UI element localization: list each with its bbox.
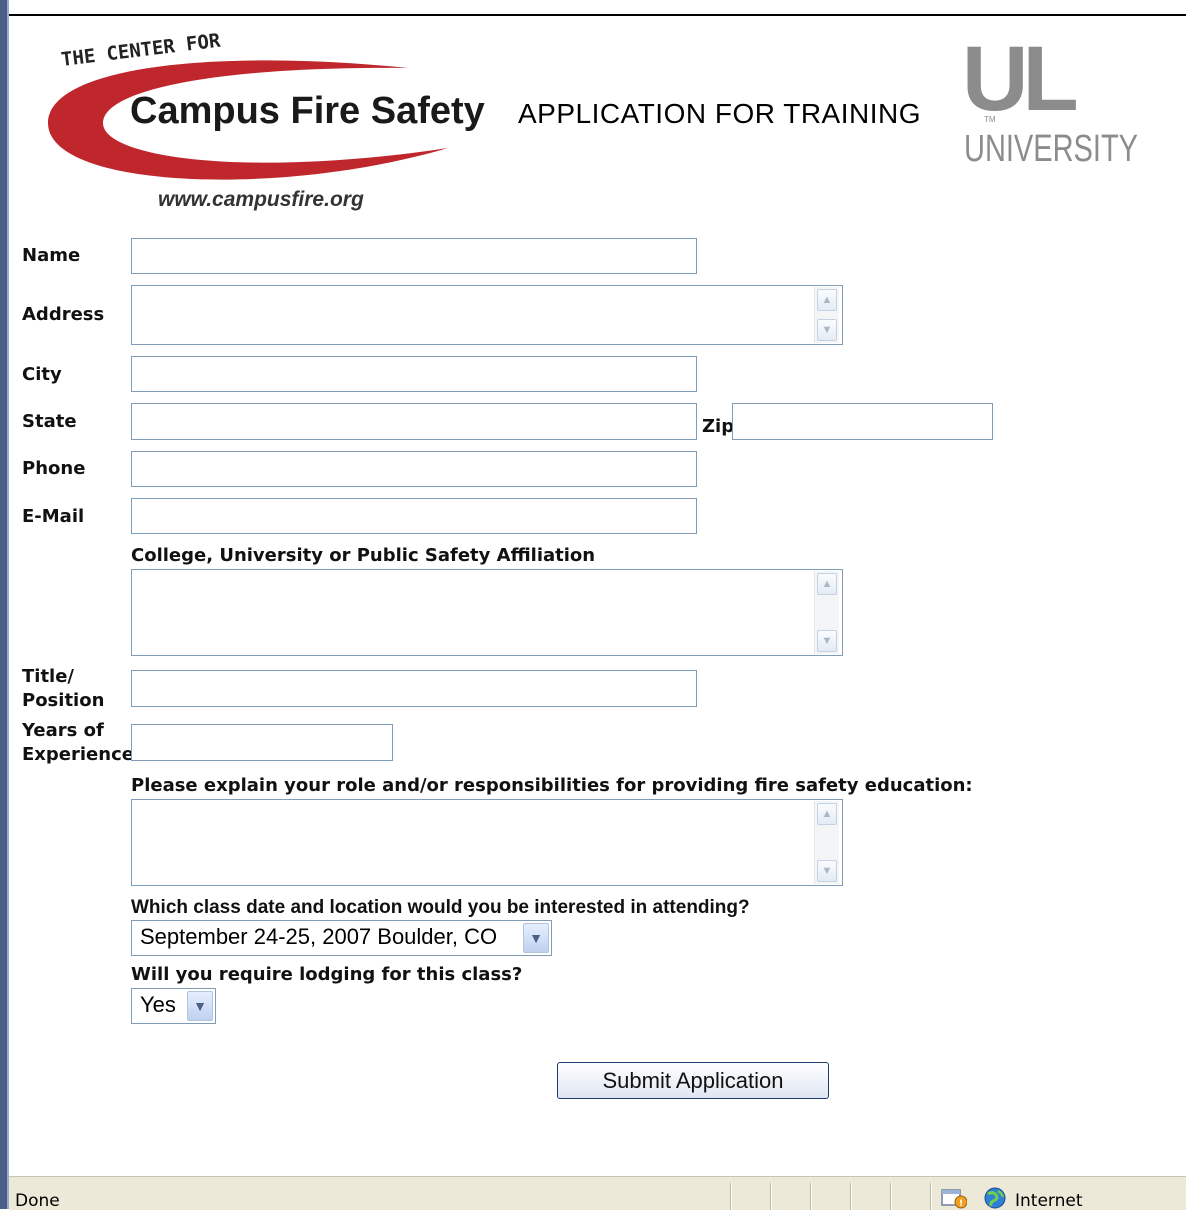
class-date-select[interactable]: September 24-25, 2007 Boulder, CO ▼ (131, 920, 552, 956)
email-input[interactable] (131, 498, 697, 534)
affiliation-scrollbar[interactable]: ▲ ▼ (814, 571, 839, 654)
svg-text:!: ! (959, 1199, 963, 1209)
lodging-select[interactable]: Yes ▼ (131, 988, 216, 1024)
popup-blocked-icon[interactable]: ! (941, 1187, 967, 1209)
class-date-label-text: Which class date and location would you … (131, 897, 750, 918)
city-label: City (22, 364, 62, 385)
status-separator (930, 1183, 932, 1210)
ul-university-logo: UL TM UNIVERSITY (962, 38, 1138, 168)
zip-label: Zip (702, 416, 735, 437)
ul-letters: UL (962, 38, 1076, 130)
logo-main-text: Campus Fire Safety (130, 90, 485, 132)
scroll-up-icon[interactable]: ▲ (817, 803, 837, 825)
years-label-line1: Years of (22, 720, 104, 741)
affiliation-label: College, University or Public Safety Aff… (131, 545, 596, 566)
state-label: State (22, 411, 77, 432)
name-input[interactable] (131, 238, 697, 274)
address-textarea[interactable] (131, 285, 843, 345)
zip-input[interactable] (732, 403, 993, 440)
page-title: APPLICATION FOR TRAINING (518, 98, 922, 129)
status-separator (890, 1183, 892, 1210)
scroll-up-icon[interactable]: ▲ (817, 289, 837, 311)
chevron-down-icon[interactable]: ▼ (523, 923, 549, 953)
years-label-line2: Experience (22, 744, 134, 765)
ul-trademark: TM (984, 115, 996, 124)
logo-url-text: www.campusfire.org (158, 188, 364, 211)
window-left-border (0, 0, 9, 1209)
scroll-down-icon[interactable]: ▼ (817, 630, 837, 652)
email-label: E-Mail (22, 506, 85, 527)
status-separator (770, 1183, 772, 1210)
browser-status-bar: Done ! Internet (9, 1176, 1186, 1211)
chevron-down-icon[interactable]: ▼ (187, 991, 213, 1021)
scroll-up-icon[interactable]: ▲ (817, 573, 837, 595)
affiliation-textarea[interactable] (131, 569, 843, 656)
title-label-line1: Title/ (22, 666, 75, 687)
phone-label: Phone (22, 458, 86, 479)
role-label: Please explain your role and/or responsi… (131, 775, 973, 796)
submit-application-button[interactable]: Submit Application (557, 1062, 829, 1099)
status-text: Done (15, 1191, 60, 1211)
lodging-label: Will you require lodging for this class? (131, 964, 523, 985)
role-scrollbar[interactable]: ▲ ▼ (814, 801, 839, 884)
status-separator (730, 1183, 732, 1210)
state-input[interactable] (131, 403, 697, 440)
status-separator (810, 1183, 812, 1210)
title-label-line2: Position (22, 690, 105, 711)
years-experience-input[interactable] (131, 724, 393, 761)
scroll-down-icon[interactable]: ▼ (817, 319, 837, 341)
phone-input[interactable] (131, 451, 697, 487)
class-date-selected: September 24-25, 2007 Boulder, CO (140, 924, 498, 949)
title-position-input[interactable] (131, 670, 697, 707)
name-label: Name (22, 245, 81, 266)
address-scrollbar[interactable]: ▲ ▼ (814, 287, 839, 343)
ul-university-text: UNIVERSITY (964, 128, 1138, 168)
role-textarea[interactable] (131, 799, 843, 886)
city-input[interactable] (131, 356, 697, 392)
scroll-down-icon[interactable]: ▼ (817, 860, 837, 882)
class-date-label: Which class date and location would you … (131, 897, 750, 919)
security-zone-text: Internet (1015, 1191, 1083, 1211)
address-label: Address (22, 304, 105, 325)
status-separator (850, 1183, 852, 1210)
window-top-border (0, 0, 1186, 16)
lodging-selected: Yes (140, 992, 176, 1017)
campus-fire-safety-logo: THE CENTER FOR Campus Fire Safety www.ca… (48, 30, 485, 211)
internet-globe-icon (984, 1187, 1006, 1209)
